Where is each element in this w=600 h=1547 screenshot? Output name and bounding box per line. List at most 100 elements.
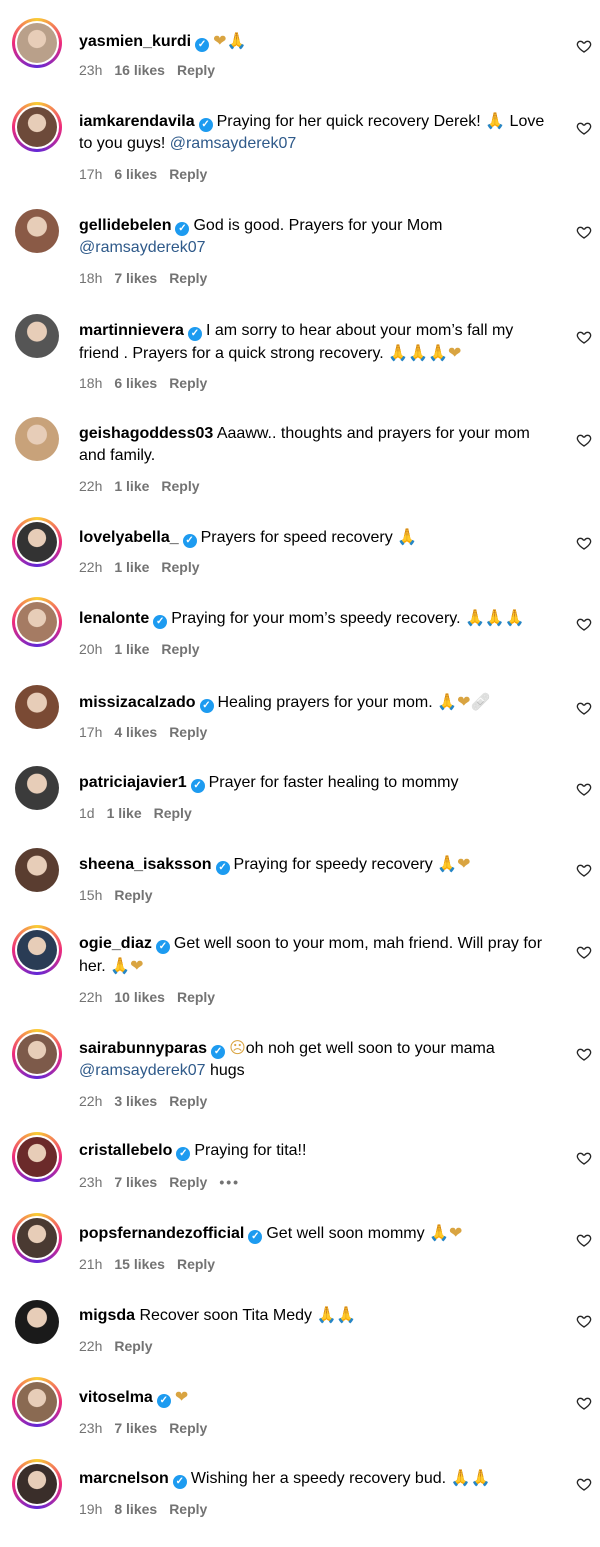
reply-button[interactable]: Reply — [169, 1093, 207, 1109]
avatar[interactable] — [12, 18, 62, 68]
reply-button[interactable]: Reply — [114, 887, 152, 903]
comment-username[interactable]: martinnievera — [79, 322, 184, 339]
comment-username[interactable]: lovelyabella_ — [79, 529, 179, 546]
comment-username[interactable]: gellidebelen — [79, 217, 171, 234]
comment-username[interactable]: patriciajavier1 — [79, 774, 187, 791]
avatar[interactable] — [12, 925, 62, 975]
comment-time: 22h — [79, 478, 103, 494]
likes-count[interactable]: 10 likes — [114, 989, 165, 1005]
comment-time: 22h — [79, 1093, 103, 1109]
comment-username[interactable]: sheena_isaksson — [79, 856, 212, 873]
avatar[interactable] — [12, 763, 62, 813]
heart-outline-icon[interactable] — [576, 224, 592, 240]
likes-count[interactable]: 8 likes — [114, 1501, 157, 1517]
avatar[interactable] — [12, 1459, 62, 1509]
comment-meta: 23h 7 likes Reply — [79, 1420, 219, 1436]
likes-count[interactable]: 7 likes — [114, 1420, 157, 1436]
mention-link[interactable]: @ramsayderek07 — [79, 1062, 206, 1079]
heart-outline-icon[interactable] — [576, 1232, 592, 1248]
reply-button[interactable]: Reply — [154, 805, 192, 821]
reply-button[interactable]: Reply — [177, 62, 215, 78]
heart-outline-icon[interactable] — [576, 862, 592, 878]
avatar[interactable] — [12, 682, 62, 732]
comment-username[interactable]: marcnelson — [79, 1470, 169, 1487]
heart-outline-icon[interactable] — [576, 38, 592, 54]
comment-meta: 21h 15 likes Reply — [79, 1256, 227, 1272]
comment-username[interactable]: geishagoddess03 — [79, 425, 213, 442]
reply-button[interactable]: Reply — [169, 270, 207, 286]
avatar[interactable] — [12, 597, 62, 647]
comment-meta: 22h 10 likes Reply — [79, 989, 227, 1005]
likes-count[interactable]: 6 likes — [114, 166, 157, 182]
reply-button[interactable]: Reply — [177, 989, 215, 1005]
heart-outline-icon[interactable] — [576, 1313, 592, 1329]
reply-button[interactable]: Reply — [161, 641, 199, 657]
heart-outline-icon[interactable] — [576, 329, 592, 345]
heart-outline-icon[interactable] — [576, 700, 592, 716]
comment-username[interactable]: lenalonte — [79, 610, 149, 627]
heart-outline-icon[interactable] — [576, 1046, 592, 1062]
reply-button[interactable]: Reply — [114, 1338, 152, 1354]
comment-username[interactable]: missizacalzado — [79, 694, 196, 711]
avatar[interactable] — [12, 311, 62, 361]
likes-count[interactable]: 7 likes — [114, 1174, 157, 1190]
reply-button[interactable]: Reply — [169, 1501, 207, 1517]
likes-count[interactable]: 16 likes — [114, 62, 165, 78]
more-options-icon[interactable]: ••• — [219, 1174, 240, 1190]
likes-count[interactable]: 1 like — [114, 559, 149, 575]
heart-outline-icon[interactable] — [576, 535, 592, 551]
avatar[interactable] — [12, 517, 62, 567]
reply-button[interactable]: Reply — [169, 375, 207, 391]
likes-count[interactable]: 7 likes — [114, 270, 157, 286]
comment-username[interactable]: popsfernandezofficial — [79, 1225, 244, 1242]
likes-count[interactable]: 4 likes — [114, 724, 157, 740]
likes-count[interactable]: 15 likes — [114, 1256, 165, 1272]
reply-button[interactable]: Reply — [169, 166, 207, 182]
reply-button[interactable]: Reply — [169, 724, 207, 740]
mention-link[interactable]: @ramsayderek07 — [170, 135, 297, 152]
comment-username[interactable]: ogie_diaz — [79, 935, 152, 952]
comment-body: Praying for tita!! — [194, 1142, 307, 1159]
heart-outline-icon[interactable] — [576, 120, 592, 136]
likes-count[interactable]: 6 likes — [114, 375, 157, 391]
comment-meta: 20h 1 like Reply — [79, 641, 212, 657]
mention-link[interactable]: @ramsayderek07 — [79, 239, 206, 256]
comment-text: patriciajavier1 ✓ Prayer for faster healin… — [79, 772, 549, 794]
reply-button[interactable]: Reply — [161, 478, 199, 494]
avatar[interactable] — [12, 1297, 62, 1347]
comment-username[interactable]: vitoselma — [79, 1389, 153, 1406]
comment-username[interactable]: yasmien_kurdi — [79, 33, 191, 50]
sad-face-icon: ☹ — [229, 1038, 246, 1057]
avatar[interactable] — [12, 414, 62, 464]
reply-button[interactable]: Reply — [177, 1256, 215, 1272]
avatar[interactable] — [12, 206, 62, 256]
heart-outline-icon[interactable] — [576, 616, 592, 632]
heart-outline-icon[interactable] — [576, 1150, 592, 1166]
comment-username[interactable]: sairabunnyparas — [79, 1040, 207, 1057]
heart-outline-icon[interactable] — [576, 1395, 592, 1411]
likes-count[interactable]: 1 like — [114, 478, 149, 494]
avatar[interactable] — [12, 102, 62, 152]
avatar[interactable] — [12, 1213, 62, 1263]
comment-username[interactable]: cristallebelo — [79, 1142, 172, 1159]
comment-meta: 18h 6 likes Reply — [79, 375, 219, 391]
likes-count[interactable]: 1 like — [114, 641, 149, 657]
avatar[interactable] — [12, 845, 62, 895]
heart-outline-icon[interactable] — [576, 1476, 592, 1492]
reply-button[interactable]: Reply — [169, 1420, 207, 1436]
verified-badge-icon: ✓ — [182, 534, 197, 548]
verified-badge-icon: ✓ — [172, 1475, 187, 1489]
heart-outline-icon[interactable] — [576, 432, 592, 448]
avatar[interactable] — [12, 1029, 62, 1079]
likes-count[interactable]: 3 likes — [114, 1093, 157, 1109]
avatar[interactable] — [12, 1377, 62, 1427]
comment-body: Prayer for faster healing to mommy — [208, 774, 459, 791]
reply-button[interactable]: Reply — [161, 559, 199, 575]
comment-username[interactable]: migsda — [79, 1307, 135, 1324]
comment-username[interactable]: iamkarendavila — [79, 113, 195, 130]
likes-count[interactable]: 1 like — [107, 805, 142, 821]
reply-button[interactable]: Reply — [169, 1174, 207, 1190]
heart-outline-icon[interactable] — [576, 944, 592, 960]
avatar[interactable] — [12, 1132, 62, 1182]
heart-outline-icon[interactable] — [576, 781, 592, 797]
